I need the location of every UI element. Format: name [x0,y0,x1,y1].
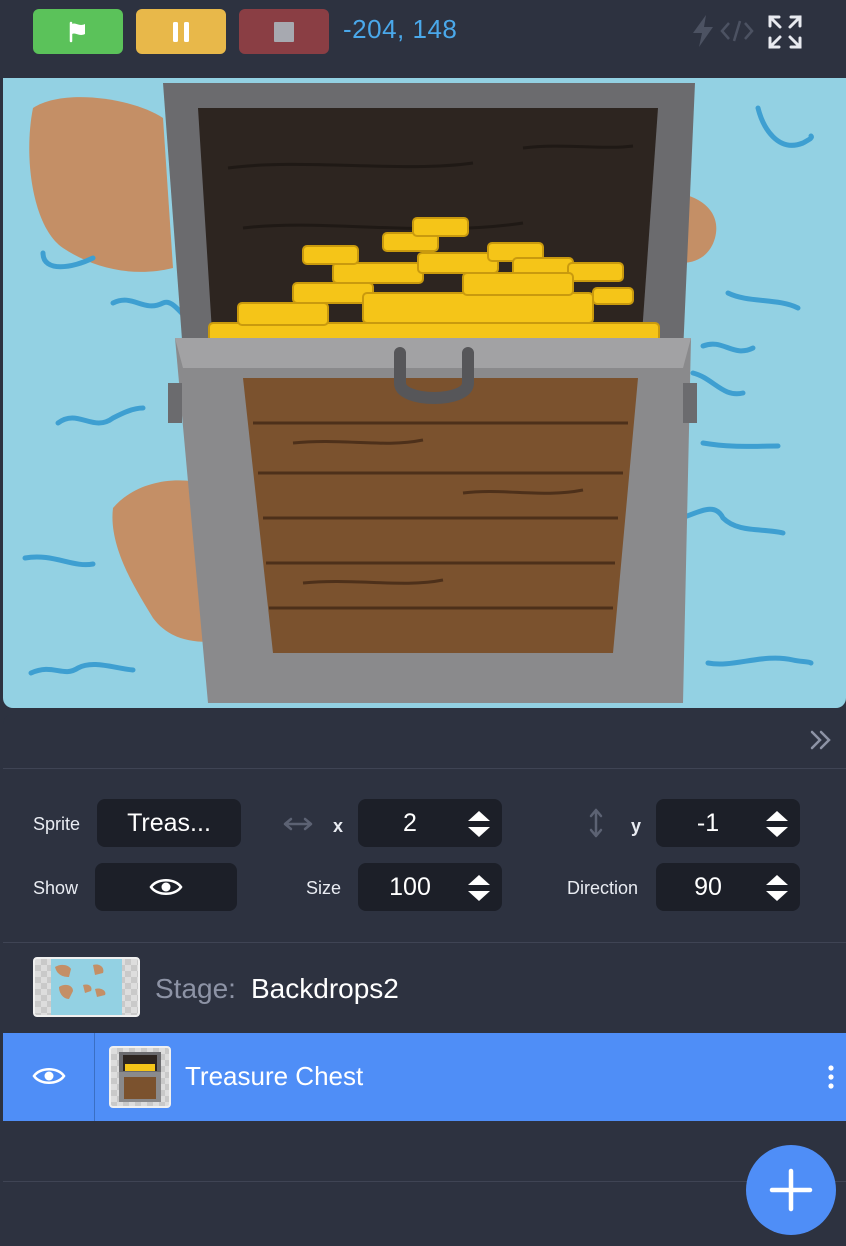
sprite-name-field[interactable]: Treas... [97,799,241,847]
collapse-chevrons-icon[interactable] [808,728,834,752]
sprite-name: Treasure Chest [185,1061,364,1091]
panel-header [3,714,846,769]
show-toggle[interactable] [95,863,237,911]
stop-icon [274,21,294,42]
toolbar: -204, 148 [0,0,846,76]
show-label: Show [33,878,79,898]
y-field[interactable]: -1 [656,799,800,847]
stage-backdrop-row[interactable]: Stage: Backdrops2 [3,943,846,1033]
pause-icon [173,21,189,42]
x-stepper-icon[interactable] [466,810,492,838]
mouse-coordinates: -204, 148 [343,14,458,44]
add-sprite-button[interactable] [746,1145,836,1235]
divider [3,1181,846,1182]
stage-canvas[interactable] [3,78,846,708]
stop-button[interactable] [239,9,329,54]
code-icon[interactable] [720,19,754,43]
fullscreen-icon[interactable] [767,14,803,50]
x-label: x [333,816,344,836]
treasure-chest-scene [22,83,814,703]
direction-field[interactable]: 90 [656,863,800,911]
stage-label: Stage: [155,973,236,1004]
lightning-icon[interactable] [690,14,716,48]
backdrop-thumbnail-art [51,959,122,1015]
direction-stepper-icon[interactable] [764,874,790,902]
vertical-arrows-icon [589,808,603,838]
divider [94,1033,95,1121]
direction-label: Direction [567,878,639,898]
y-label: y [631,816,642,836]
eye-icon [149,879,183,895]
eye-icon[interactable] [32,1065,66,1087]
flag-icon [69,21,85,42]
sprite-thumbnail [109,1046,171,1108]
y-stepper-icon[interactable] [764,810,790,838]
backdrop-thumbnail [33,957,140,1017]
sprite-list-item[interactable]: Treasure Chest [3,1033,846,1121]
stage-backdrop-name: Backdrops2 [251,973,399,1004]
sprite-name-value: Treas... [127,808,211,837]
sprite-label: Sprite [33,814,81,834]
size-field[interactable]: 100 [358,863,502,911]
size-label: Size [306,878,342,898]
sprite-thumbnail-art [119,1052,161,1102]
more-options-icon[interactable] [828,1065,834,1089]
plus-icon [769,1168,813,1212]
x-field[interactable]: 2 [358,799,502,847]
green-flag-button[interactable] [33,9,123,54]
size-stepper-icon[interactable] [466,874,492,902]
horizontal-arrows-icon [283,817,313,831]
pause-button[interactable] [136,9,226,54]
sprite-panel: Sprite Treas... x 2 y -1 Show Size 100 D… [3,714,846,1246]
